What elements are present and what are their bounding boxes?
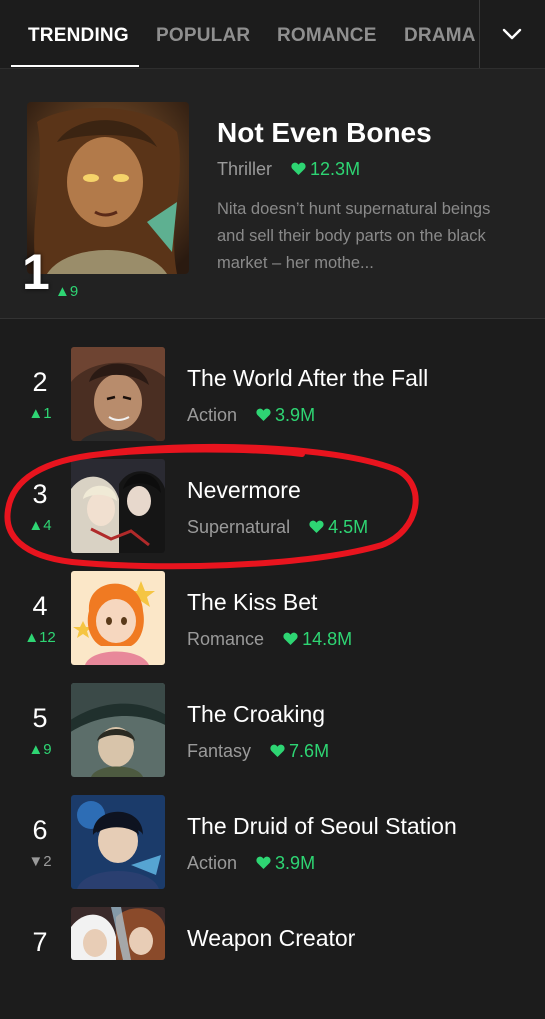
- featured-series-card[interactable]: 1 ▲9 Not Even Bones Thriller 12.3M Nita …: [0, 69, 545, 319]
- heart-icon: [270, 741, 285, 762]
- series-title[interactable]: The Kiss Bet: [187, 589, 317, 616]
- tab-trending[interactable]: TRENDING: [28, 0, 129, 68]
- likes-count: 3.9M: [256, 853, 315, 873]
- likes-value: 4.5M: [328, 517, 369, 537]
- series-title[interactable]: The Croaking: [187, 701, 325, 728]
- rank-change-up: ▲9: [55, 283, 79, 300]
- rank-number: 6: [32, 815, 48, 845]
- series-meta: Supernatural 4.5M: [187, 517, 368, 538]
- rank-number: 1: [22, 244, 50, 300]
- series-thumbnail[interactable]: [71, 459, 165, 553]
- genre-label: Fantasy: [187, 741, 252, 761]
- series-meta: Action 3.9M: [187, 405, 315, 426]
- heart-icon: [283, 629, 298, 650]
- genre-dropdown-button[interactable]: [480, 0, 545, 68]
- series-meta: Romance 14.8M: [187, 629, 352, 650]
- genre-label: Supernatural: [187, 517, 291, 537]
- series-thumbnail[interactable]: [27, 102, 189, 274]
- rank-change-up: ▲9: [28, 741, 52, 758]
- likes-count: 4.5M: [309, 517, 368, 537]
- tab-bar: TRENDING POPULAR ROMANCE DRAMA: [0, 0, 545, 69]
- likes-value: 3.9M: [275, 405, 316, 425]
- series-meta: Fantasy 7.6M: [187, 741, 329, 762]
- likes-count: 3.9M: [256, 405, 315, 425]
- rank-change-down: ▼2: [28, 853, 52, 870]
- series-thumbnail[interactable]: [71, 347, 165, 441]
- genre-label: Thriller: [217, 159, 273, 179]
- list-item[interactable]: 6 ▼2 The Druid of Seoul Station Action 3…: [0, 795, 545, 907]
- rank-change-up: ▲1: [28, 405, 52, 422]
- heart-icon: [256, 405, 271, 426]
- list-item[interactable]: 5 ▲9 The Croaking Fantasy 7.6M: [0, 683, 545, 795]
- likes-count: 7.6M: [270, 741, 329, 761]
- genre-label: Action: [187, 853, 238, 873]
- likes-value: 14.8M: [302, 629, 353, 649]
- list-item[interactable]: 2 ▲1 The World After the Fall Action 3.9…: [0, 347, 545, 459]
- series-title[interactable]: Nevermore: [187, 477, 301, 504]
- genre-label: Action: [187, 405, 238, 425]
- list-item[interactable]: 4 ▲12 The Kiss Bet Romance 14.8M: [0, 571, 545, 683]
- likes-count: 14.8M: [283, 629, 352, 649]
- series-meta: Thriller 12.3M: [217, 159, 360, 180]
- series-meta: Action 3.9M: [187, 853, 315, 874]
- rank-number: 2: [32, 367, 48, 397]
- rank-change-up: ▲12: [24, 629, 56, 646]
- rank-number: 5: [32, 703, 48, 733]
- rank-change-up: ▲4: [28, 517, 52, 534]
- tab-popular[interactable]: POPULAR: [156, 0, 250, 68]
- rank-number: 7: [32, 927, 48, 957]
- series-thumbnail[interactable]: [71, 571, 165, 665]
- rank-number: 3: [32, 479, 48, 509]
- series-title[interactable]: Not Even Bones: [217, 117, 432, 149]
- series-thumbnail[interactable]: [71, 907, 165, 960]
- list-item[interactable]: 7 Weapon Creator: [0, 907, 545, 1019]
- rank-number: 4: [32, 591, 48, 621]
- active-tab-indicator: [11, 65, 139, 67]
- series-thumbnail[interactable]: [71, 795, 165, 889]
- likes-value: 3.9M: [275, 853, 316, 873]
- likes-count: 12.3M: [291, 159, 360, 179]
- tab-romance[interactable]: ROMANCE: [277, 0, 377, 68]
- chevron-down-icon: [502, 28, 522, 40]
- heart-icon: [291, 159, 306, 180]
- genre-label: Romance: [187, 629, 265, 649]
- heart-icon: [256, 853, 271, 874]
- likes-value: 7.6M: [289, 741, 330, 761]
- series-thumbnail[interactable]: [71, 683, 165, 777]
- series-title[interactable]: Weapon Creator: [187, 925, 355, 952]
- heart-icon: [309, 517, 324, 538]
- list-item[interactable]: 3 ▲4 Nevermore Supernatural 4.5M: [0, 459, 545, 571]
- series-description: Nita doesn’t hunt supernatural beings an…: [217, 200, 491, 272]
- series-title[interactable]: The World After the Fall: [187, 365, 428, 392]
- tab-drama[interactable]: DRAMA: [404, 0, 476, 68]
- likes-value: 12.3M: [310, 159, 361, 179]
- series-title[interactable]: The Druid of Seoul Station: [187, 813, 457, 840]
